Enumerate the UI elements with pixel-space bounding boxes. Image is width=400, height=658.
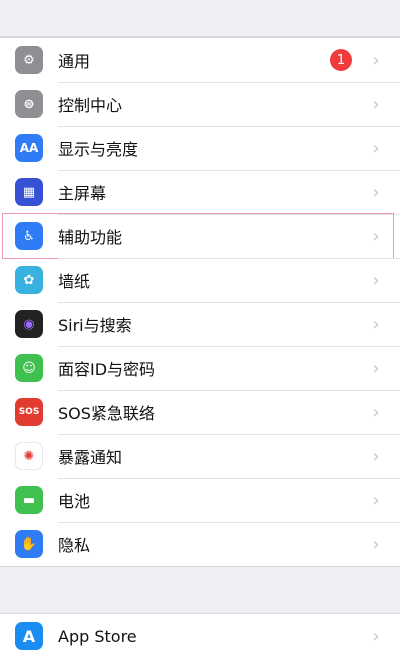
settings-row-general[interactable]: ⚙ 通用 1 › xyxy=(0,38,400,82)
chevron-right-icon: › xyxy=(372,445,380,467)
settings-row-accessibility[interactable]: ♿ 辅助功能 › xyxy=(0,213,400,259)
chevron-right-icon: › xyxy=(372,181,380,203)
aa-text-icon: AA xyxy=(15,134,43,162)
chevron-right-icon: › xyxy=(372,401,380,423)
flower-icon: ✿ xyxy=(15,266,43,294)
siri-icon: ◉ xyxy=(15,310,43,338)
settings-row-privacy[interactable]: ✋ 隐私 › xyxy=(0,522,400,566)
settings-group-main: ⚙ 通用 1 › ⊜ 控制中心 › AA 显示与亮度 › ▦ 主屏幕 › ♿ 辅… xyxy=(0,37,400,567)
row-label: App Store xyxy=(58,626,137,646)
settings-row-face-id[interactable]: ☺ 面容ID与密码 › xyxy=(0,346,400,390)
home-grid-icon: ▦ xyxy=(15,178,43,206)
row-label: 控制中心 xyxy=(58,96,123,115)
row-label: SOS紧急联络 xyxy=(58,404,155,423)
settings-group-store: A App Store › xyxy=(0,613,400,658)
chevron-right-icon: › xyxy=(372,225,380,247)
notification-badge: 1 xyxy=(330,49,352,71)
hand-icon: ✋ xyxy=(15,530,43,558)
settings-row-app-store[interactable]: A App Store › xyxy=(0,614,400,658)
row-label: 主屏幕 xyxy=(58,184,107,203)
settings-row-wallpaper[interactable]: ✿ 墙纸 › xyxy=(0,258,400,302)
chevron-right-icon: › xyxy=(372,489,380,511)
app-store-icon: A xyxy=(15,622,43,650)
settings-row-home-screen[interactable]: ▦ 主屏幕 › xyxy=(0,170,400,214)
row-label: 显示与亮度 xyxy=(58,140,139,159)
row-label: 辅助功能 xyxy=(58,228,123,247)
row-label: 电池 xyxy=(58,492,91,511)
settings-row-sos[interactable]: SOS SOS紧急联络 › xyxy=(0,390,400,434)
sos-icon: SOS xyxy=(15,398,43,426)
exposure-icon: ✺ xyxy=(15,442,43,470)
chevron-right-icon: › xyxy=(372,269,380,291)
row-label: 墙纸 xyxy=(58,272,91,291)
settings-row-siri[interactable]: ◉ Siri与搜索 › xyxy=(0,302,400,346)
top-spacer xyxy=(0,0,400,37)
chevron-right-icon: › xyxy=(372,357,380,379)
settings-row-exposure[interactable]: ✺ 暴露通知 › xyxy=(0,434,400,478)
section-spacer xyxy=(0,567,400,613)
row-label: 通用 xyxy=(58,52,91,71)
chevron-right-icon: › xyxy=(372,313,380,335)
chevron-right-icon: › xyxy=(372,93,380,115)
row-label: Siri与搜索 xyxy=(58,316,132,335)
chevron-right-icon: › xyxy=(372,625,380,647)
row-label: 隐私 xyxy=(58,536,91,555)
accessibility-icon: ♿ xyxy=(15,222,43,250)
settings-row-battery[interactable]: ▬ 电池 › xyxy=(0,478,400,522)
face-id-icon: ☺ xyxy=(15,354,43,382)
battery-icon: ▬ xyxy=(15,486,43,514)
settings-row-display[interactable]: AA 显示与亮度 › xyxy=(0,126,400,170)
gear-icon: ⚙ xyxy=(15,46,43,74)
row-label: 面容ID与密码 xyxy=(58,360,156,379)
settings-row-control-center[interactable]: ⊜ 控制中心 › xyxy=(0,82,400,126)
chevron-right-icon: › xyxy=(372,533,380,555)
chevron-right-icon: › xyxy=(372,137,380,159)
row-label: 暴露通知 xyxy=(58,448,123,467)
toggles-icon: ⊜ xyxy=(15,90,43,118)
chevron-right-icon: › xyxy=(372,49,380,71)
